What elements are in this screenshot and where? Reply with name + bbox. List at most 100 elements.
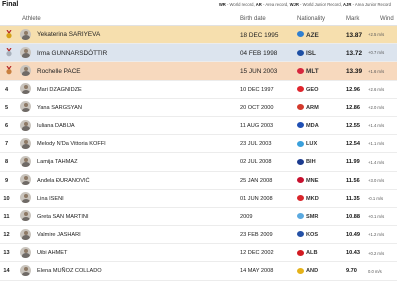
athlete-avatar [20, 210, 31, 222]
wind-value: +1.6 m/s [368, 68, 385, 74]
result-row[interactable]: 10 Lina ISENI 01 JUN 2008 MKD 11.35 -0.1 m/s [0, 190, 397, 208]
nationality-code: MDA [306, 122, 319, 129]
wind-value: +0.2 m/s [368, 250, 385, 256]
legend-text: Area record [265, 2, 288, 7]
wind-value: +2.6 m/s [368, 86, 385, 92]
wind-value: -0.1 m/s [368, 195, 384, 201]
flag-icon [297, 158, 304, 165]
legend-code: WR [218, 2, 226, 7]
rank: 9 [4, 177, 9, 184]
legend-code: WJR [289, 2, 299, 7]
flag-icon [297, 231, 304, 238]
result-row[interactable]: Rochelle PACE 15 JUN 2003 MLT 13.39 +1.6 m/s [0, 62, 397, 81]
athlete-name[interactable]: Yekaterina SARIYEVA [37, 31, 100, 38]
mark-value: 10.88 [346, 213, 360, 220]
column-header-nationality: Nationality [297, 16, 326, 22]
athlete-name[interactable]: Yana SARGSYAN [37, 105, 82, 111]
result-row[interactable]: 13 Uibi AHMET 12 DEC 2002 ALB 10.43 +0.2 m/s [0, 244, 397, 263]
athlete-name[interactable]: Melody N'Da Vittoria KOFFI [37, 141, 106, 147]
nationality-code: GEO [306, 86, 319, 93]
result-row[interactable]: Yekaterina SARIYEVA 18 DEC 1995 AZE 13.87 +2… [0, 26, 397, 45]
birth-date: 23 FEB 2009 [240, 232, 273, 239]
nationality-code: KOS [306, 232, 319, 239]
mark-value: 11.99 [346, 159, 360, 166]
wind-value: +0.7 m/s [368, 50, 385, 56]
athlete-avatar [20, 155, 31, 167]
records-legend: WR - World record, AR - Area record, WJR… [218, 2, 391, 7]
athlete-avatar [20, 83, 31, 95]
result-row[interactable]: 14 Elena MUÑOZ COLLADO 14 MAY 2008 AND 9.70 0… [0, 262, 397, 281]
athlete-name[interactable]: Anđela ĐURANOVIĆ [37, 178, 90, 184]
athlete-name[interactable]: Greta SAN MARTINI [37, 214, 89, 220]
result-row[interactable]: 9 Anđela ĐURANOVIĆ 25 JAN 2008 MNE 11.56 +3.0… [0, 172, 397, 190]
gold-medal-icon [6, 29, 12, 39]
column-header-athlete: Athlete [22, 16, 41, 22]
result-row[interactable]: 4 Mari DZAGNIDZE 10 DEC 1997 GEO 12.96 +2.6 m… [0, 81, 397, 99]
athlete-avatar [20, 228, 31, 240]
result-row[interactable]: 7 Melody N'Da Vittoria KOFFI 23 JUL 2003 LU… [0, 135, 397, 154]
flag-icon [297, 140, 304, 147]
rank: 10 [3, 195, 10, 202]
rank: 8 [4, 159, 9, 166]
nationality-code: BIH [306, 159, 316, 166]
nationality-code: MKD [306, 195, 319, 202]
flag-icon [297, 213, 304, 220]
column-header-wind: Wind [380, 16, 394, 22]
results-top-bar: Final WR - World record, AR - Area recor… [0, 0, 397, 12]
flag-icon [297, 67, 304, 74]
wind-value: +0.1 m/s [368, 214, 385, 220]
birth-date: 14 MAY 2008 [240, 268, 274, 275]
column-header-mark: Mark [346, 16, 360, 22]
nationality-code: AND [306, 268, 319, 275]
results-table-header: Athlete Birth date Nationality Mark Wind [0, 12, 397, 26]
birth-date: 02 JUL 2008 [240, 159, 272, 166]
athlete-avatar [20, 265, 31, 277]
wind-value: +1.4 m/s [368, 123, 385, 129]
result-row[interactable]: 12 Valmire JASHARI 23 FEB 2009 KOS 10.49 +1.2… [0, 226, 397, 245]
athlete-name[interactable]: Uibi AHMET [37, 250, 67, 256]
legend-code: AR [255, 2, 262, 7]
flag-icon [297, 122, 304, 129]
athlete-name[interactable]: Mari DZAGNIDZE [37, 87, 82, 93]
result-row[interactable]: 5 Yana SARGSYAN 20 OCT 2000 ARM 12.86 +2.0 m/… [0, 99, 397, 117]
result-row[interactable]: 11 Greta SAN MARTINI 2009 SMR 10.88 +0.1 m/s [0, 208, 397, 227]
athlete-name[interactable]: Valmire JASHARI [37, 232, 81, 238]
nationality-code: ISL [306, 50, 316, 58]
wind-value: +2.5 m/s [368, 32, 385, 38]
athlete-name[interactable]: Rochelle PACE [37, 68, 81, 75]
result-row[interactable]: Irma GUNNARSDÓTTIR 04 FEB 1998 ISL 13.72 +0.… [0, 44, 397, 63]
athlete-name[interactable]: Irma GUNNARSDÓTTIR [37, 50, 107, 57]
mark-value: 13.39 [346, 68, 362, 76]
result-row[interactable]: 6 Iuliana DABIJA 11 AUG 2003 MDA 12.55 +1.4 m… [0, 117, 397, 136]
athlete-name[interactable]: Lamija TAHMAZ [37, 159, 78, 165]
section-title: Final [2, 1, 19, 8]
legend-text: World record [229, 2, 254, 7]
nationality-code: SMR [306, 213, 319, 220]
column-header-birth-date: Birth date [240, 16, 266, 22]
athlete-name[interactable]: Iuliana DABIJA [37, 123, 75, 129]
flag-icon [297, 195, 304, 202]
bronze-medal-icon [6, 66, 12, 75]
birth-date: 18 DEC 1995 [240, 32, 279, 39]
nationality-code: ALB [306, 250, 318, 257]
athlete-avatar [20, 101, 31, 113]
birth-date: 2009 [240, 213, 253, 220]
athlete-name[interactable]: Elena MUÑOZ COLLADO [37, 268, 102, 274]
mark-value: 13.72 [346, 50, 362, 58]
flag-icon [297, 176, 304, 183]
nationality-code: LUX [306, 141, 318, 148]
wind-value: +2.0 m/s [368, 105, 385, 111]
birth-date: 20 OCT 2000 [240, 104, 274, 111]
flag-icon [297, 249, 304, 256]
athlete-avatar [20, 246, 31, 258]
mark-value: 12.55 [346, 122, 360, 129]
rank: 4 [4, 86, 9, 93]
rank: 11 [3, 213, 10, 220]
nationality-code: MNE [306, 177, 319, 184]
result-row[interactable]: 8 Lamija TAHMAZ 02 JUL 2008 BIH 11.99 +1.4 m/… [0, 153, 397, 172]
athlete-name[interactable]: Lina ISENI [37, 196, 64, 202]
rank: 13 [3, 250, 10, 257]
wind-value: 0.0 m/s [368, 268, 382, 274]
mark-value: 9.70 [346, 268, 357, 275]
flag-icon [297, 85, 304, 92]
